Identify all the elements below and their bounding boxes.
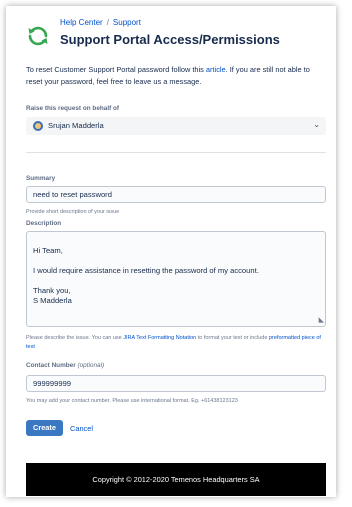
summary-input[interactable]: need to reset password: [26, 186, 326, 203]
refresh-arrows-icon: [28, 26, 48, 46]
summary-help: Provide short description of your issue: [26, 209, 120, 215]
breadcrumb-help-center[interactable]: Help Center: [60, 18, 103, 27]
contact-help: You may add your contact number. Please …: [26, 398, 238, 404]
user-avatar: [33, 121, 43, 131]
raise-on-behalf-select[interactable]: Srujan Madderla ⌄: [26, 117, 326, 135]
breadcrumb-separator: /: [106, 18, 109, 27]
section-divider: [26, 152, 326, 153]
resize-handle-icon[interactable]: ◢: [315, 317, 325, 322]
create-button[interactable]: Create: [26, 420, 63, 436]
footer-copyright: Copyright © 2012-2020 Temenos Headquarte…: [26, 463, 326, 496]
portal-header: Help Center / Support Support Portal Acces…: [26, 18, 326, 58]
cancel-button[interactable]: Cancel: [70, 424, 93, 433]
contact-input[interactable]: 999999999: [26, 375, 326, 392]
description-help-middle: to format your text or include: [196, 335, 269, 341]
contact-label: Contact Number (optional): [26, 362, 104, 369]
contact-label-text: Contact Number: [26, 362, 76, 369]
description-textarea[interactable]: Hi Team, I would require assistance in r…: [26, 231, 326, 327]
raise-on-behalf-value: Srujan Madderla: [48, 121, 104, 130]
intro-before-link: To reset Customer Support Portal passwor…: [26, 65, 206, 74]
description-text: Hi Team, I would require assistance in r…: [33, 246, 259, 305]
summary-label: Summary: [26, 175, 56, 182]
contact-optional: (optional): [77, 362, 105, 369]
article-link[interactable]: article: [206, 65, 226, 74]
breadcrumb: Help Center / Support: [60, 18, 141, 27]
description-help-before: Please describe the issue. You can use: [26, 335, 124, 341]
jira-formatting-link[interactable]: JIRA Text Formatting Notation: [123, 335, 196, 341]
chevron-down-icon: ⌄: [313, 120, 320, 129]
description-label: Description: [26, 220, 62, 227]
raise-on-behalf-label: Raise this request on behalf of: [26, 105, 120, 112]
description-help: Please describe the issue. You can use J…: [26, 334, 326, 352]
request-card: Help Center / Support Support Portal Acces…: [6, 6, 336, 497]
intro-text: To reset Customer Support Portal passwor…: [26, 64, 326, 88]
page-title: Support Portal Access/Permissions: [60, 32, 280, 47]
breadcrumb-support[interactable]: Support: [113, 18, 141, 27]
